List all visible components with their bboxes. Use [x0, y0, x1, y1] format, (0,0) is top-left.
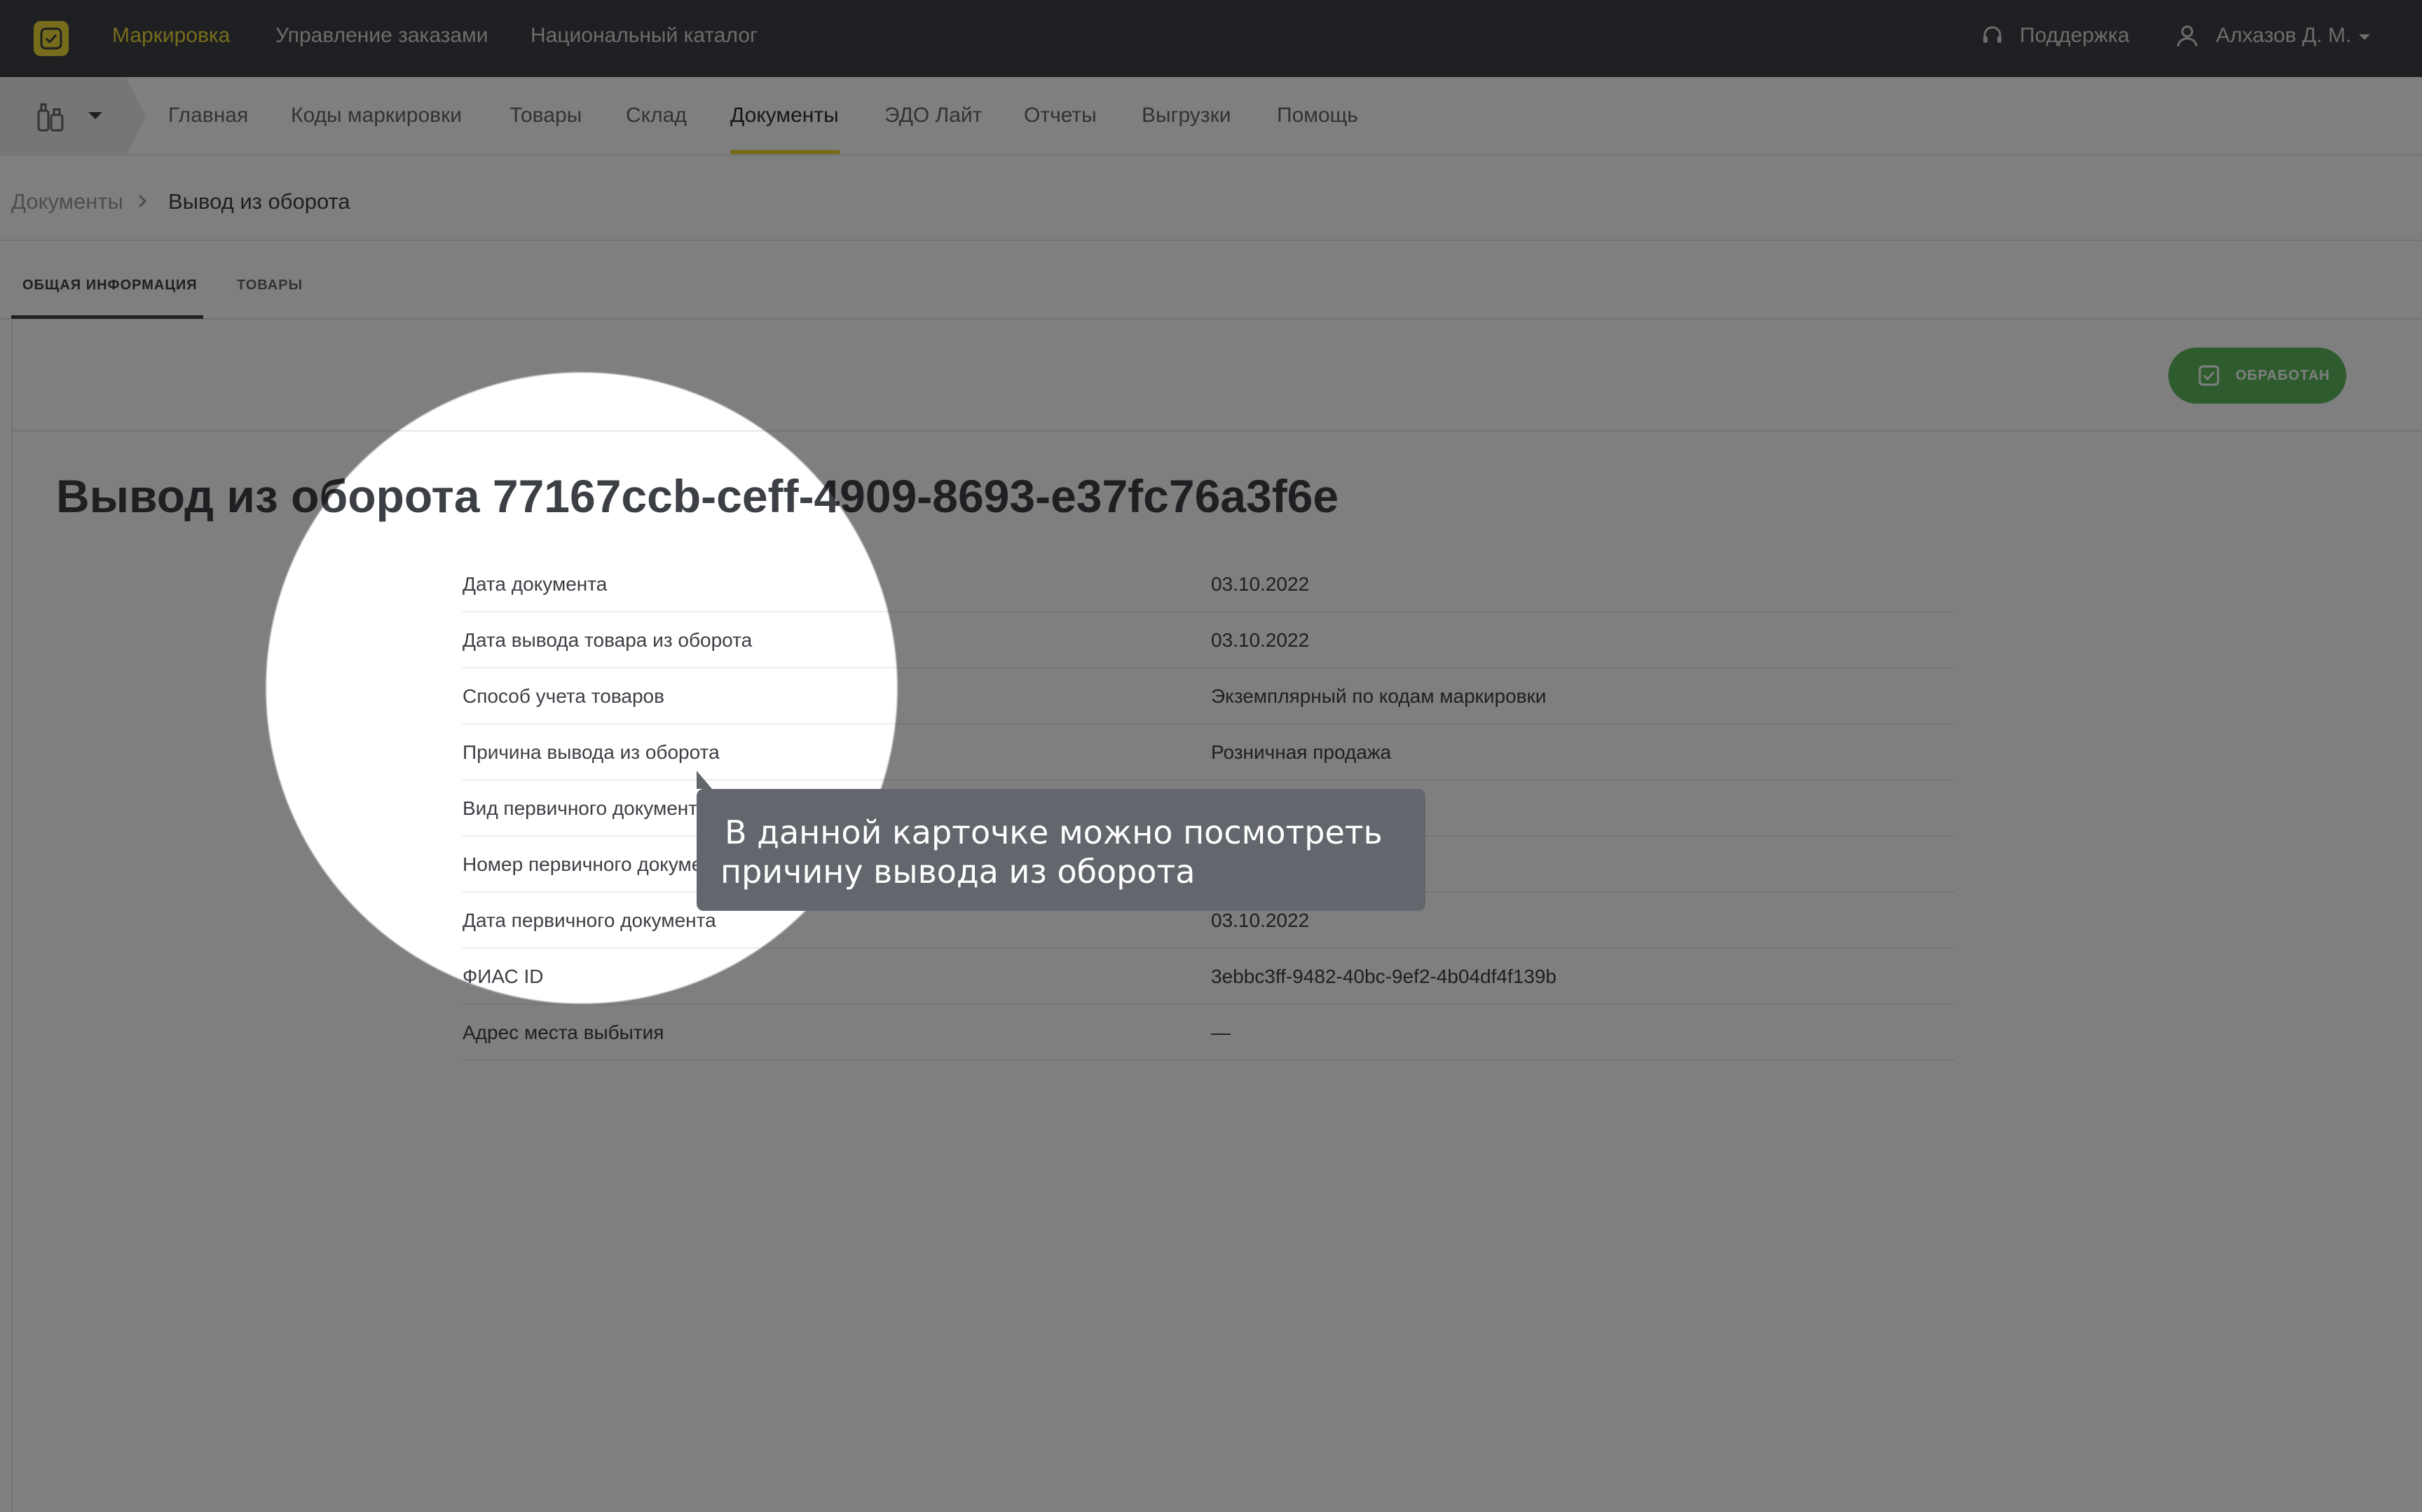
- field-value: Экземплярный по кодам маркировки: [1211, 685, 1547, 707]
- user-icon[interactable]: [2175, 24, 2199, 51]
- action-bar: ОБРАБОТАН: [13, 319, 2422, 432]
- field-row: Дата вывода товара из оборота 03.10.2022: [463, 612, 1955, 668]
- nav-edo-lite[interactable]: ЭДО Лайт: [884, 104, 982, 128]
- field-label: Дата документа: [463, 573, 608, 595]
- chevron-right-icon: [137, 193, 147, 212]
- field-value: 3ebbc3ff-9482-40bc-9ef2-4b04df4f139b: [1211, 965, 1556, 987]
- breadcrumb-current: Вывод из оборота: [168, 189, 350, 214]
- onboarding-tooltip: В данной карточке можно посмотреть причи…: [697, 771, 1425, 911]
- field-value: Розничная продажа: [1211, 741, 1392, 763]
- support-link[interactable]: Поддержка: [2020, 24, 2130, 48]
- field-value: 03.10.2022: [1211, 629, 1310, 651]
- field-row: Адрес места выбытия —: [463, 1005, 1955, 1061]
- headset-icon[interactable]: [1980, 24, 2004, 51]
- nav-help[interactable]: Помощь: [1277, 104, 1358, 128]
- field-row: Дата документа 03.10.2022: [463, 556, 1955, 612]
- user-menu[interactable]: Алхазов Д. М.: [2216, 24, 2351, 48]
- field-row: Причина вывода из оборота Розничная прод…: [463, 724, 1955, 781]
- field-label: Причина вывода из оборота: [463, 741, 720, 763]
- breadcrumb: Документы Вывод из оборота: [0, 156, 2422, 241]
- active-nav-indicator: [730, 150, 840, 154]
- nav-exports[interactable]: Выгрузки: [1142, 104, 1231, 128]
- breadcrumb-documents[interactable]: Документы: [11, 189, 123, 214]
- nav-codes[interactable]: Коды маркировки: [291, 104, 462, 128]
- field-label: Адрес места выбытия: [463, 1022, 664, 1043]
- field-value: 03.10.2022: [1211, 573, 1310, 595]
- topnav-orders[interactable]: Управление заказами: [275, 24, 488, 48]
- nav-documents[interactable]: Документы: [730, 104, 839, 128]
- section-nav: Главная Коды маркировки Товары Склад Док…: [0, 77, 2422, 156]
- nav-warehouse[interactable]: Склад: [626, 104, 687, 128]
- checkbox-icon: [2198, 364, 2220, 390]
- bottles-icon: [36, 102, 64, 135]
- tab-goods[interactable]: ТОВАРЫ: [237, 277, 303, 294]
- page-title: Вывод из оборота 77167ccb-ceff-4909-8693…: [56, 470, 1339, 522]
- logo-icon[interactable]: [34, 21, 69, 56]
- top-bar: Маркировка Управление заказами Националь…: [0, 0, 2422, 77]
- caret-down-icon[interactable]: [2358, 32, 2372, 45]
- status-label: ОБРАБОТАН: [2236, 368, 2330, 383]
- field-value: —: [1211, 1022, 1231, 1043]
- field-label: Номер первичного документа: [463, 853, 733, 875]
- nav-home[interactable]: Главная: [168, 104, 248, 128]
- field-label: ФИАС ID: [463, 965, 544, 987]
- field-row: ФИАС ID 3ebbc3ff-9482-40bc-9ef2-4b04df4f…: [463, 949, 1955, 1005]
- tab-general-info[interactable]: ОБЩАЯ ИНФОРМАЦИЯ: [22, 277, 198, 294]
- field-value: 03.10.2022: [1211, 909, 1310, 931]
- field-label: Способ учета товаров: [463, 685, 664, 707]
- field-label: Дата вывода товара из оборота: [463, 629, 753, 651]
- tooltip-line: причину вывода из оборота: [720, 853, 1196, 891]
- active-tab-indicator: [11, 315, 203, 319]
- field-row: Способ учета товаров Экземплярный по код…: [463, 668, 1955, 724]
- tooltip-line: В данной карточке можно посмотреть: [725, 813, 1383, 851]
- nav-goods[interactable]: Товары: [509, 104, 582, 128]
- field-label: Дата первичного документа: [463, 909, 716, 931]
- tooltip-text: В данной карточке можно посмотреть причи…: [720, 813, 1407, 891]
- status-button[interactable]: ОБРАБОТАН: [2168, 348, 2346, 404]
- topnav-catalog[interactable]: Национальный каталог: [531, 24, 758, 48]
- product-group-switcher[interactable]: [0, 77, 146, 156]
- nav-reports[interactable]: Отчеты: [1024, 104, 1097, 128]
- field-label: Вид первичного документа: [463, 797, 709, 819]
- caret-down-icon[interactable]: [87, 111, 104, 124]
- topnav-marking[interactable]: Маркировка: [112, 24, 230, 48]
- document-tabs: ОБЩАЯ ИНФОРМАЦИЯ ТОВАРЫ: [0, 241, 2422, 319]
